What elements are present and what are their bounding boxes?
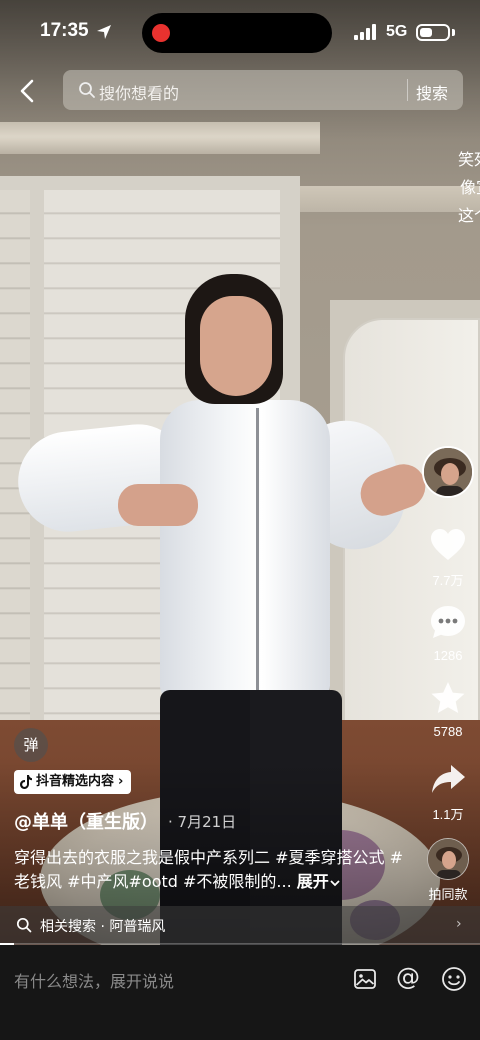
heart-icon <box>431 529 465 560</box>
recording-dot-icon <box>152 24 170 42</box>
white-jacket <box>160 400 330 700</box>
douyin-logo-icon <box>20 775 32 789</box>
chevron-right-icon: › <box>456 916 462 932</box>
network-type: 5G <box>386 23 408 40</box>
status-time: 17:35 <box>40 20 89 41</box>
comment-count: 1286 <box>433 648 463 663</box>
floating-comment-line: 这个 <box>458 206 480 225</box>
share-arrow-icon <box>432 765 465 793</box>
star-icon <box>431 682 465 713</box>
expand-button[interactable]: 展开 <box>297 872 341 891</box>
featured-badge-label: 抖音精选内容 <box>36 774 115 789</box>
face <box>200 296 272 396</box>
signal-bars-icon <box>354 24 376 40</box>
creator-avatar[interactable] <box>422 446 474 498</box>
video-frame[interactable] <box>0 0 480 945</box>
search-icon <box>79 82 95 98</box>
share-button[interactable]: 1.1万 <box>416 762 480 823</box>
search-icon <box>16 917 32 933</box>
left-hand <box>118 484 198 526</box>
favorite-button[interactable]: 5788 <box>416 680 480 739</box>
comment-bar <box>0 945 480 1040</box>
jacket-zipper <box>256 408 259 698</box>
expand-label: 展开 <box>296 872 329 891</box>
battery-icon <box>416 24 450 41</box>
emoji-icon[interactable] <box>441 966 467 992</box>
post-date: · 7月21日 <box>168 813 237 831</box>
battery-cap <box>452 29 455 36</box>
like-button[interactable]: 7.7万 <box>416 528 480 589</box>
danmu-toggle-button[interactable]: 弹 <box>14 728 48 762</box>
comment-input[interactable]: 有什么想法，展开说说 <box>14 968 174 992</box>
floating-comment: 笑死 像宣 这个 <box>458 146 480 230</box>
dynamic-island <box>142 13 332 53</box>
share-count: 1.1万 <box>432 807 464 822</box>
comment-button[interactable]: 1286 <box>416 604 480 663</box>
chevron-down-icon <box>330 879 340 886</box>
battery-level <box>420 28 432 37</box>
at-icon[interactable]: @ <box>396 963 420 991</box>
search-placeholder: 搜你想看的 <box>99 84 180 103</box>
image-icon[interactable] <box>353 967 377 991</box>
back-button[interactable] <box>14 76 42 106</box>
shoot-same-avatar <box>427 838 469 880</box>
search-button[interactable]: 搜索 <box>416 80 448 104</box>
floating-comment-line: 笑死 <box>458 150 480 169</box>
chevron-right-icon: › <box>118 774 124 789</box>
comment-bubble-icon <box>431 606 465 638</box>
location-arrow-icon <box>97 25 111 39</box>
featured-badge[interactable]: 抖音精选内容 › <box>14 770 132 794</box>
related-search-text: 相关搜索 · 阿普瑞风 <box>40 919 166 935</box>
description-text: 穿得出去的衣服之我是假中产系列二 #夏季穿搭公式 #老钱风 #中产风#ootd … <box>14 848 403 891</box>
floating-comment-line: 像宣 <box>460 178 480 197</box>
video-description[interactable]: 穿得出去的衣服之我是假中产系列二 #夏季穿搭公式 #老钱风 #中产风#ootd … <box>14 846 414 894</box>
favorite-count: 5788 <box>433 724 463 739</box>
search-divider <box>407 79 408 101</box>
like-count: 7.7万 <box>432 573 464 588</box>
author-name[interactable]: @单单（重生版） <box>14 808 158 834</box>
shoot-same-label: 拍同款 <box>428 887 468 902</box>
shoot-same-button[interactable]: 拍同款 <box>416 838 480 903</box>
